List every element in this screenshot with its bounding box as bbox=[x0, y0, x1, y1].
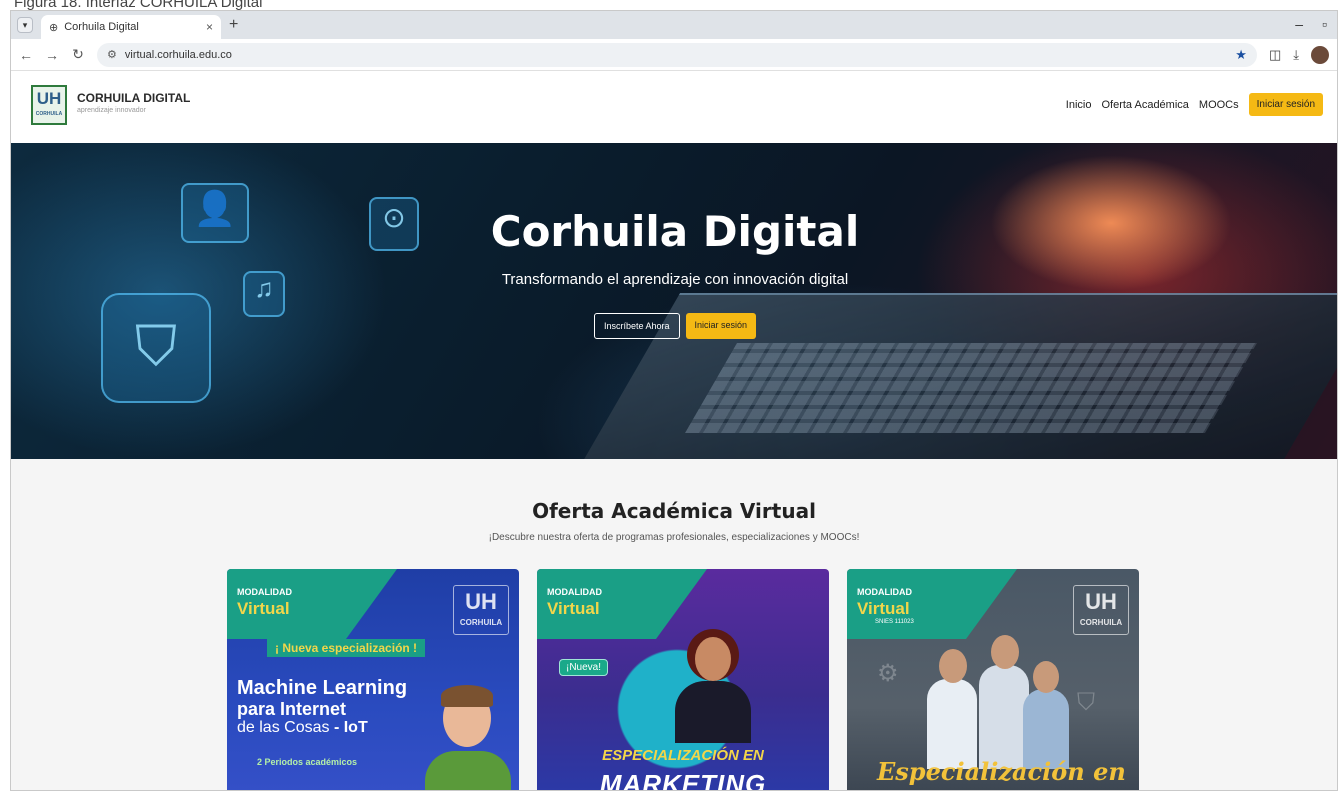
site-info-icon[interactable]: ⚙ bbox=[107, 48, 117, 61]
program-card-machine-learning[interactable]: MODALIDAD Virtual UH CORHUILA ¡ Nueva es… bbox=[227, 569, 519, 790]
offer-subtitle: ¡Descubre nuestra oferta de programas pr… bbox=[488, 532, 860, 543]
student-shirt bbox=[425, 751, 511, 790]
card-logo: UH CORHUILA bbox=[453, 585, 509, 635]
shield-icon: ⛉ bbox=[1077, 689, 1095, 716]
card-logo-sub: CORHUILA bbox=[1079, 618, 1123, 627]
forward-arrow-icon[interactable]: → bbox=[45, 47, 59, 63]
program-card-marketing[interactable]: MODALIDAD Virtual ¡Nueva! ESPECIALIZACIÓ… bbox=[537, 569, 829, 791]
card-title-line2: para Internet bbox=[237, 699, 347, 719]
card-modality-label: MODALIDAD bbox=[237, 587, 292, 597]
address-bar[interactable]: ⚙ virtual.corhuila.edu.co ★ bbox=[97, 42, 1257, 67]
card-snies: SNIES 111023 bbox=[875, 619, 914, 625]
brand-tagline: aprendizaje innovador bbox=[77, 107, 146, 114]
program-card-especializacion[interactable]: MODALIDAD Virtual SNIES 111023 UH CORHUI… bbox=[847, 569, 1139, 790]
card-modality-value: Virtual bbox=[237, 599, 290, 618]
close-tab-icon[interactable]: × bbox=[206, 20, 213, 34]
url-text[interactable]: virtual.corhuila.edu.co bbox=[125, 49, 1227, 61]
minimize-icon[interactable]: – bbox=[1295, 16, 1303, 32]
tab-title: Corhuila Digital bbox=[64, 21, 139, 33]
card-modality-value: Virtual bbox=[857, 599, 910, 618]
browser-toolbar: ← → ↻ ⚙ virtual.corhuila.edu.co ★ ◫ ⤓ bbox=[11, 39, 1337, 71]
person1-head bbox=[939, 649, 967, 683]
card-title-line3-a: de las Cosas bbox=[237, 719, 330, 736]
card-modality-value: Virtual bbox=[547, 599, 600, 618]
keyboard-graphic bbox=[685, 343, 1257, 433]
gear-icon: ⚙ bbox=[877, 660, 899, 687]
brand-name: CORHUILA DIGITAL bbox=[77, 91, 191, 105]
site-header: UH CORHUILA CORHUILA DIGITAL aprendizaje… bbox=[11, 71, 1337, 143]
nav-oferta-academica[interactable]: Oferta Académica bbox=[1101, 99, 1188, 111]
register-button[interactable]: Inscríbete Ahora bbox=[593, 313, 680, 339]
browser-tab[interactable]: ⊕ Corhuila Digital × bbox=[41, 15, 221, 39]
hero-actions: Inscríbete Ahora Iniciar sesión bbox=[11, 313, 1337, 339]
globe-icon: ⊕ bbox=[49, 21, 59, 34]
hero-subtitle: Transformando el aprendizaje con innovac… bbox=[501, 271, 849, 288]
tab-strip: ▾ ⊕ Corhuila Digital × + – ▫ bbox=[11, 11, 1337, 39]
nav-inicio[interactable]: Inicio bbox=[1066, 99, 1092, 111]
person3-head bbox=[1033, 661, 1059, 693]
extensions-icon[interactable]: ◫ bbox=[1269, 47, 1281, 63]
brand: CORHUILA DIGITAL aprendizaje innovador bbox=[77, 91, 190, 114]
card-logo-sub: CORHUILA bbox=[459, 618, 503, 627]
card-title-line1: Especialización en bbox=[877, 757, 1126, 786]
card-modality-label: MODALIDAD bbox=[547, 587, 602, 597]
hero-title: Corhuila Digital bbox=[490, 207, 860, 256]
card-logo-mark: UH bbox=[465, 589, 497, 614]
new-tab-icon[interactable]: + bbox=[229, 16, 238, 34]
card-title-line1: ESPECIALIZACIÓN EN bbox=[602, 747, 764, 764]
card-periods: 2 Periodos académicos bbox=[257, 757, 358, 767]
student-hair bbox=[441, 685, 493, 707]
corhuila-logo[interactable]: UH CORHUILA bbox=[31, 85, 67, 125]
browser-window: ▾ ⊕ Corhuila Digital × + – ▫ ← → ↻ ⚙ vir… bbox=[10, 10, 1338, 791]
tab-search-icon[interactable]: ▾ bbox=[17, 17, 33, 33]
card-title-line2: MARKETING bbox=[599, 769, 767, 791]
card-badge: ¡ Nueva especialización ! bbox=[267, 639, 426, 657]
nav-moocs[interactable]: MOOCs bbox=[1199, 99, 1239, 111]
student-photo bbox=[425, 685, 511, 790]
card-title-line3-b: - IoT bbox=[333, 719, 368, 736]
bookmark-star-icon[interactable]: ★ bbox=[1235, 47, 1247, 63]
logo-sub: CORHUILA bbox=[35, 111, 63, 117]
card-badge: ¡Nueva! bbox=[559, 659, 609, 676]
woman-head bbox=[695, 637, 731, 681]
woman-body bbox=[675, 681, 751, 743]
offer-title: Oferta Académica Virtual bbox=[532, 499, 816, 523]
download-icon[interactable]: ⤓ bbox=[1293, 47, 1299, 63]
program-cards: MODALIDAD Virtual UH CORHUILA ¡ Nueva es… bbox=[227, 569, 1139, 791]
reload-icon[interactable]: ↻ bbox=[71, 46, 85, 63]
card-modality-label: MODALIDAD bbox=[857, 587, 912, 597]
card-title-line1: Machine Learning bbox=[237, 677, 408, 699]
logo-mark: UH bbox=[36, 89, 62, 108]
card-logo-mark: UH bbox=[1085, 589, 1117, 614]
back-arrow-icon[interactable]: ← bbox=[19, 47, 33, 63]
profile-avatar[interactable] bbox=[1311, 45, 1329, 64]
top-navigation: Inicio Oferta Académica MOOCs Iniciar se… bbox=[1066, 93, 1323, 116]
card-logo: UH CORHUILA bbox=[1073, 585, 1129, 635]
header-login-button[interactable]: Iniciar sesión bbox=[1248, 93, 1323, 116]
person1-body bbox=[927, 679, 977, 769]
hero-banner: 👤 ⊙ ⛉ ♫ Corhuila Digital Transformando e… bbox=[11, 143, 1337, 459]
person2-head bbox=[991, 635, 1019, 669]
maximize-icon[interactable]: ▫ bbox=[1322, 16, 1327, 32]
card-title-line3: de las Cosas - IoT bbox=[237, 719, 368, 737]
hero-login-button[interactable]: Iniciar sesión bbox=[685, 313, 757, 339]
person2-body bbox=[979, 665, 1029, 769]
